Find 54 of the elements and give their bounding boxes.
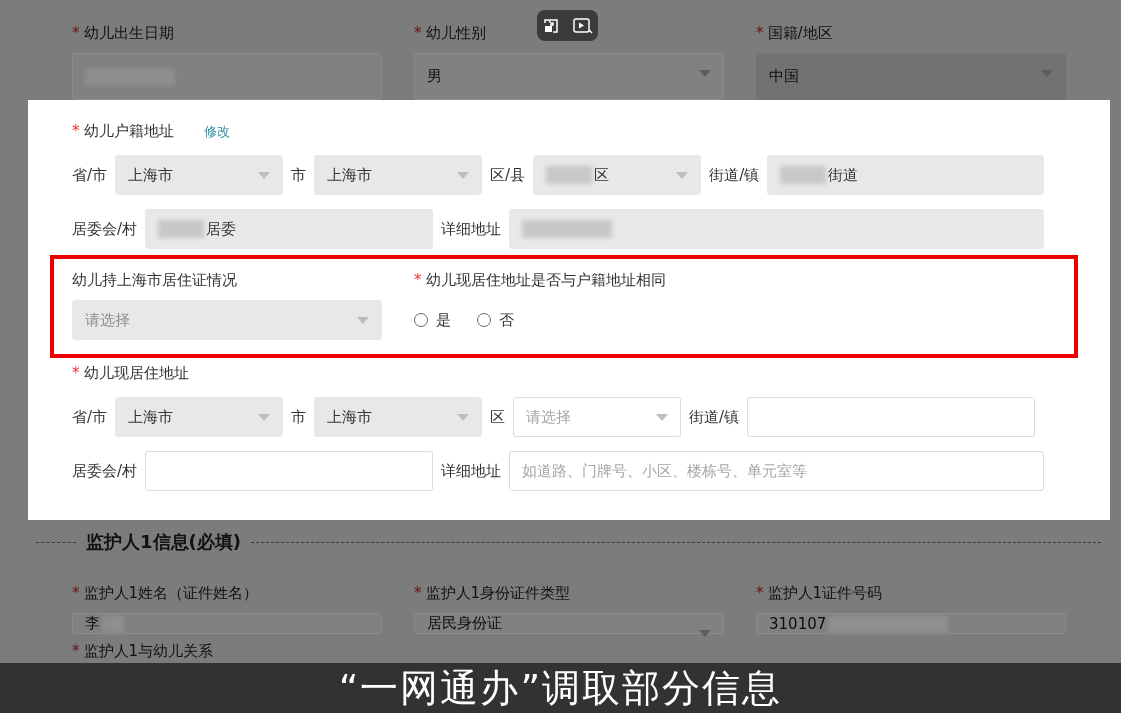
caret-icon [258, 172, 271, 179]
select-field[interactable]: 男 [414, 53, 724, 100]
field-label: 国籍/地区 [767, 24, 833, 43]
field-label: 监护人1身份证件类型 [425, 584, 571, 603]
required-marker: * [414, 271, 422, 289]
section-title: 监护人1信息(必填) [86, 530, 241, 554]
field-label: 幼儿出生日期 [83, 24, 174, 43]
caret-icon [656, 414, 669, 421]
field-label: 幼儿户籍地址 [83, 122, 174, 141]
select-field[interactable]: 居民身份证 [414, 613, 724, 634]
caret-icon [699, 630, 711, 637]
required-marker: * [72, 24, 80, 42]
field-label: 街道/镇 [709, 165, 760, 185]
required-marker: * [414, 24, 422, 42]
field-label: 区/县 [490, 165, 526, 185]
picture-in-picture-icon[interactable] [542, 17, 561, 34]
radio-option[interactable]: 否 [477, 310, 514, 330]
caret-icon [457, 414, 470, 421]
required-marker: * [72, 364, 80, 382]
required-marker: * [414, 584, 422, 602]
field-label: 详细地址 [441, 219, 502, 239]
caret-icon [457, 172, 470, 179]
caret-icon [258, 414, 271, 421]
field-label: 详细地址 [441, 461, 502, 481]
field-label: 监护人1与幼儿关系 [83, 642, 214, 661]
field-label: 监护人1证件号码 [767, 584, 883, 603]
input-field[interactable] [72, 53, 382, 100]
subtitle: “一网通办”调取部分信息 [338, 669, 783, 707]
caret-icon [699, 70, 711, 77]
required-marker: * [756, 24, 764, 42]
caret-icon [676, 172, 689, 179]
required-marker: * [72, 122, 80, 140]
field-label: 省/市 [72, 407, 108, 427]
radio-option[interactable]: 是 [414, 310, 451, 330]
play-icon[interactable] [572, 17, 593, 34]
edit-link[interactable]: 修改 [203, 122, 230, 141]
field-label: 街道/镇 [689, 407, 740, 427]
field-label: 市 [291, 165, 307, 185]
field-label: 幼儿现居住地址是否与户籍地址相同 [425, 271, 666, 290]
field-label: 省/市 [72, 165, 108, 185]
required-marker: * [72, 642, 80, 660]
input-field[interactable]: 310107 [756, 613, 1066, 634]
caret-icon [357, 317, 369, 324]
field-label: 市 [291, 407, 307, 427]
required-marker: * [72, 584, 80, 602]
field-label: 居委会/村 [72, 219, 138, 239]
field-label: 幼儿现居住地址 [83, 364, 189, 383]
required-marker: * [756, 584, 764, 602]
field-label: 监护人1姓名（证件姓名） [83, 584, 259, 603]
field-label: 居委会/村 [72, 461, 138, 481]
field-label: 幼儿持上海市居住证情况 [72, 271, 237, 290]
field-label: 区 [490, 407, 506, 427]
input-field[interactable]: 李 [72, 613, 382, 634]
field-label: 幼儿性别 [425, 24, 486, 43]
